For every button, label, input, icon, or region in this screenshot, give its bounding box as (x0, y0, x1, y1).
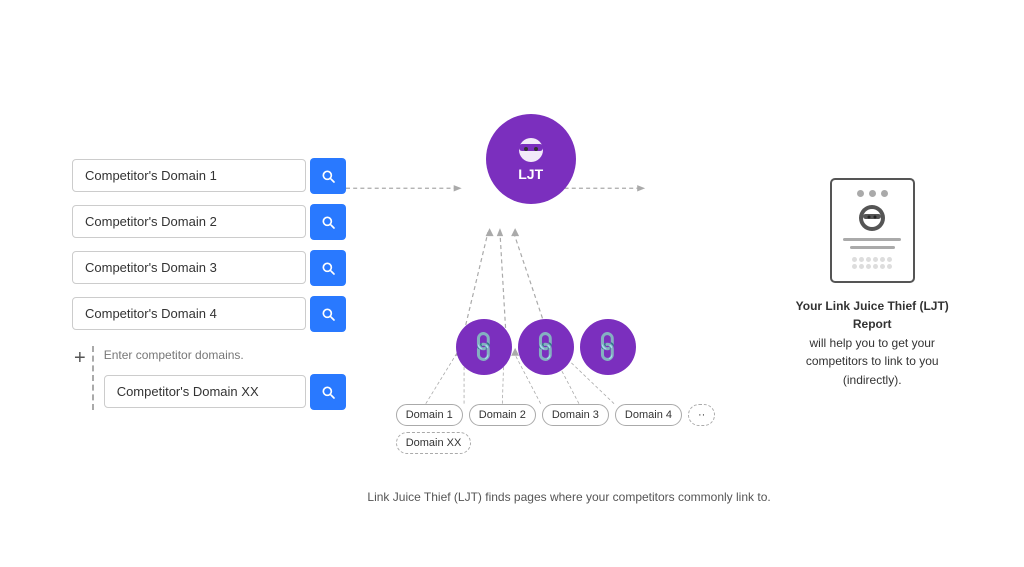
domain-badges-row: Domain 1 Domain 2 Domain 3 Domain 4 ·· D… (396, 404, 793, 454)
search-icon-xx (320, 384, 336, 400)
domain-badge-xx: Domain XX (396, 432, 472, 454)
caption-text: Link Juice Thief (LJT) finds pages where… (346, 490, 793, 504)
input-row-2 (72, 204, 346, 240)
domain-input-1[interactable] (72, 159, 306, 192)
input-row-1 (72, 158, 346, 194)
main-container: + Enter competitor domains. (32, 24, 992, 544)
sub-circle-middle: 🔗 (518, 319, 574, 375)
domain-badge-3: Domain 3 (542, 404, 609, 426)
domain-input-4[interactable] (72, 297, 306, 330)
plus-icon: + (74, 348, 86, 368)
add-section: + Enter competitor domains. (72, 346, 346, 410)
search-icon-1 (320, 168, 336, 184)
link-icon-left: 🔗 (465, 328, 503, 366)
ljt-label: LJT (518, 166, 543, 182)
domain-badge-dots: ·· (688, 404, 715, 426)
report-document-icon (830, 178, 915, 283)
ninja-icon (515, 136, 547, 164)
domain-input-2[interactable] (72, 205, 306, 238)
input-row-4 (72, 296, 346, 332)
search-button-3[interactable] (310, 250, 346, 286)
domain-badge-1: Domain 1 (396, 404, 463, 426)
sub-circle-right: 🔗 (580, 319, 636, 375)
report-description: Your Link Juice Thief (LJT) Report will … (792, 297, 952, 390)
input-row-3 (72, 250, 346, 286)
link-icon-right: 🔗 (589, 328, 627, 366)
input-row-xx (104, 374, 346, 410)
search-icon-2 (320, 214, 336, 230)
search-button-2[interactable] (310, 204, 346, 240)
link-icon-middle: 🔗 (527, 328, 565, 366)
left-panel: + Enter competitor domains. (72, 158, 346, 410)
search-icon-4 (320, 306, 336, 322)
search-button-1[interactable] (310, 158, 346, 194)
sub-circle-left: 🔗 (456, 319, 512, 375)
search-button-xx[interactable] (310, 374, 346, 410)
domain-input-xx[interactable] (104, 375, 306, 408)
ljt-circle: LJT (486, 114, 576, 204)
domain-badge-4: Domain 4 (615, 404, 682, 426)
report-desc: will help you to get your competitors to… (806, 336, 939, 387)
report-title: Your Link Juice Thief (LJT) Report (796, 299, 949, 332)
search-button-4[interactable] (310, 296, 346, 332)
right-panel: Your Link Juice Thief (LJT) Report will … (792, 178, 952, 390)
search-icon-3 (320, 260, 336, 276)
enter-competitor-text: Enter competitor domains. (104, 348, 346, 362)
diagram-area: LJT 🔗 🔗 🔗 Domain 1 Domain 2 Domain 3 Dom… (346, 54, 793, 514)
domain-badge-2: Domain 2 (469, 404, 536, 426)
dashed-section: Enter competitor domains. (92, 346, 346, 410)
domain-input-3[interactable] (72, 251, 306, 284)
